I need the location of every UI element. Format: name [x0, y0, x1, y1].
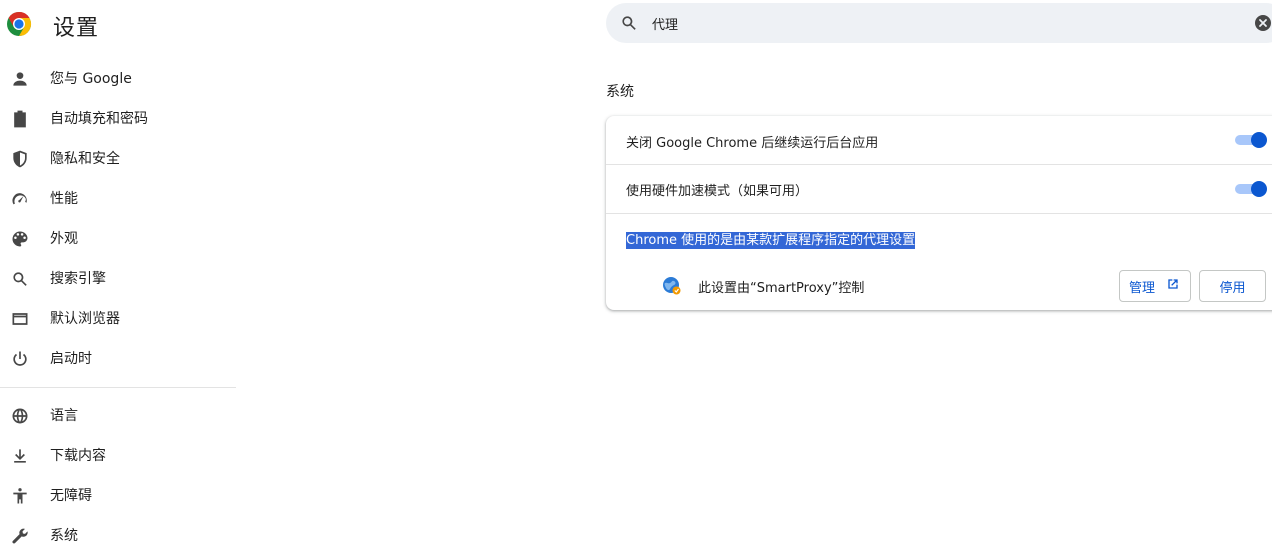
manage-button[interactable]: 管理: [1119, 270, 1191, 302]
sidebar: 您与 Google 自动填充和密码 隐私和安全 性能 外观 搜索引擎 默认浏览器…: [0, 59, 236, 552]
sidebar-item-accessibility[interactable]: 无障碍: [0, 476, 236, 516]
sidebar-item-performance[interactable]: 性能: [0, 179, 236, 219]
sidebar-item-you-and-google[interactable]: 您与 Google: [0, 59, 236, 99]
search-icon: [10, 269, 30, 289]
sidebar-item-label: 外观: [50, 231, 78, 247]
sidebar-item-languages[interactable]: 语言: [0, 396, 236, 436]
search-input[interactable]: [652, 13, 1232, 33]
controlled-by-text: 此设置由“SmartProxy”控制: [698, 281, 865, 296]
system-settings-card: 关闭 Google Chrome 后继续运行后台应用 使用硬件加速模式（如果可用…: [606, 116, 1272, 310]
disable-button[interactable]: 停用: [1199, 270, 1266, 302]
browser-window-icon: [10, 309, 30, 329]
clear-search-icon[interactable]: [1254, 14, 1272, 32]
disable-button-label: 停用: [1219, 280, 1246, 296]
settings-page: 设置 您与 Google 自动填充和密码 隐私和安全 性能 外观 搜索引擎 默认…: [0, 0, 1272, 552]
sidebar-item-appearance[interactable]: 外观: [0, 219, 236, 259]
section-title: 系统: [606, 84, 634, 100]
sidebar-item-label: 系统: [50, 528, 78, 544]
accessibility-icon: [10, 486, 30, 506]
sidebar-item-autofill[interactable]: 自动填充和密码: [0, 99, 236, 139]
background-apps-label: 关闭 Google Chrome 后继续运行后台应用: [626, 136, 879, 151]
clipboard-icon: [10, 109, 30, 129]
sidebar-item-search-engine[interactable]: 搜索引擎: [0, 259, 236, 299]
hardware-acceleration-toggle[interactable]: [1235, 181, 1267, 197]
settings-search-bar: [606, 3, 1272, 43]
sidebar-item-label: 自动填充和密码: [50, 111, 148, 127]
proxy-settings-label: Chrome 使用的是由某款扩展程序指定的代理设置: [626, 229, 916, 249]
page-title: 设置: [53, 16, 100, 41]
sidebar-item-label: 搜索引擎: [50, 271, 106, 287]
download-icon: [10, 446, 30, 466]
wrench-icon: [10, 526, 30, 546]
manage-button-label: 管理: [1128, 280, 1155, 296]
sidebar-item-label: 默认浏览器: [50, 311, 120, 327]
sidebar-item-label: 启动时: [50, 351, 92, 367]
sidebar-item-system[interactable]: 系统: [0, 516, 236, 552]
sidebar-item-downloads[interactable]: 下载内容: [0, 436, 236, 476]
sidebar-item-label: 您与 Google: [50, 71, 132, 87]
sidebar-item-label: 性能: [50, 191, 78, 207]
power-icon: [10, 349, 30, 369]
search-icon: [619, 13, 639, 33]
sidebar-item-label: 下载内容: [50, 448, 106, 464]
chrome-logo-icon: [6, 11, 32, 37]
selected-text: Chrome 使用的是由某款扩展程序指定的代理设置: [626, 232, 916, 249]
sidebar-divider: [0, 387, 236, 388]
hardware-acceleration-label: 使用硬件加速模式（如果可用）: [626, 184, 809, 199]
globe-icon: [10, 406, 30, 426]
person-icon: [10, 69, 30, 89]
background-apps-toggle[interactable]: [1235, 132, 1267, 148]
toggle-thumb: [1251, 181, 1267, 197]
toggle-thumb: [1251, 132, 1267, 148]
sidebar-item-privacy[interactable]: 隐私和安全: [0, 139, 236, 179]
background-apps-row: 关闭 Google Chrome 后继续运行后台应用: [606, 116, 1272, 164]
speedometer-icon: [10, 189, 30, 209]
sidebar-item-label: 隐私和安全: [50, 151, 120, 167]
open-in-new-icon: [1165, 276, 1181, 296]
sidebar-item-default-browser[interactable]: 默认浏览器: [0, 299, 236, 339]
sidebar-item-label: 语言: [50, 408, 78, 424]
smartproxy-extension-icon: [662, 276, 682, 296]
shield-icon: [10, 149, 30, 169]
sidebar-item-on-startup[interactable]: 启动时: [0, 339, 236, 379]
hardware-acceleration-row: 使用硬件加速模式（如果可用）: [606, 165, 1272, 213]
sidebar-item-label: 无障碍: [50, 488, 92, 504]
palette-icon: [10, 229, 30, 249]
